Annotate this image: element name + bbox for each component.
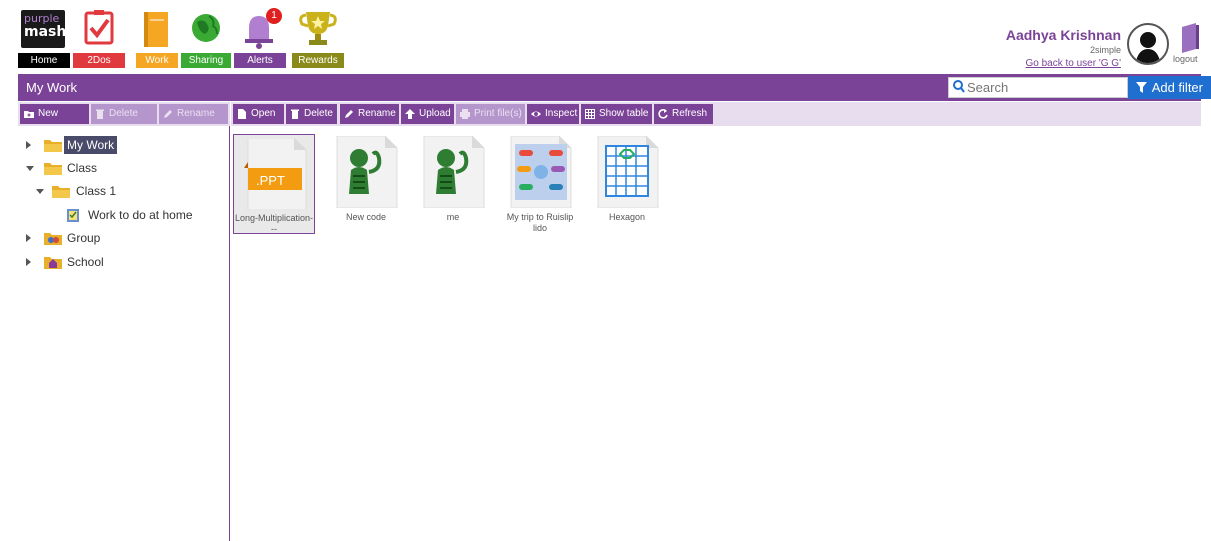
new-folder-icon <box>24 111 34 118</box>
expand-arrow-icon[interactable] <box>26 234 31 242</box>
logo-text-bottom: mash <box>24 24 67 40</box>
upload-label: Upload <box>419 108 451 119</box>
file-name: Hexagon <box>608 212 646 222</box>
nav-home-button[interactable]: purple mash Home <box>18 6 70 68</box>
group-folder-icon <box>44 233 62 245</box>
delete-folder-button[interactable]: Delete <box>91 104 157 124</box>
table-icon <box>585 109 595 119</box>
nav-2dos-label: 2Dos <box>73 53 125 68</box>
folder-icon <box>44 140 62 152</box>
add-filter-label: Add filter <box>1151 80 1203 95</box>
file-name: Long-Multiplication--- <box>234 213 314 234</box>
nav-2dos-button[interactable]: 2Dos <box>73 6 125 68</box>
trash-icon <box>291 109 299 119</box>
checkbox-icon <box>73 6 125 51</box>
tree-label: Group <box>67 231 101 245</box>
print-button[interactable]: Print file(s) <box>456 104 525 124</box>
show-table-label: Show table <box>599 108 649 119</box>
user-school: 2simple <box>1089 45 1121 55</box>
code-monkey-icon <box>336 136 398 208</box>
grid-sheet-icon <box>597 136 659 208</box>
file-icon <box>238 109 246 119</box>
tree-label: My Work <box>64 136 118 154</box>
new-folder-button[interactable]: New <box>20 104 89 124</box>
school-folder-icon <box>44 257 62 269</box>
file-toolbar: Open Delete Rename Upload Print file(s) … <box>231 102 1201 126</box>
folder-tree: My Work Class Class 1 Work to do at home… <box>18 126 230 541</box>
collapse-arrow-icon[interactable] <box>36 189 44 194</box>
purple-mash-logo-icon: purple mash <box>18 6 70 51</box>
tree-label: Class <box>67 161 98 175</box>
upload-arrow-icon <box>405 109 415 119</box>
top-nav: purple mash Home 2Dos Work Sharing 1 Ale… <box>0 0 1211 73</box>
delete-file-label: Delete <box>304 108 333 119</box>
app-root: purple mash Home 2Dos Work Sharing 1 Ale… <box>0 0 1211 541</box>
mindmap-icon <box>510 136 572 208</box>
filter-icon <box>1136 82 1147 93</box>
tree-toolbar: New Delete Rename <box>18 102 230 126</box>
upload-button[interactable]: Upload <box>401 104 454 124</box>
pencil-icon <box>164 110 172 118</box>
folder-icon <box>44 163 62 175</box>
show-table-button[interactable]: Show table <box>581 104 652 124</box>
nav-sharing-label: Sharing <box>181 53 231 68</box>
search-input[interactable] <box>948 77 1128 98</box>
delete-file-button[interactable]: Delete <box>286 104 337 124</box>
printer-icon <box>460 109 470 119</box>
rename-folder-button[interactable]: Rename <box>159 104 228 124</box>
nav-rewards-button[interactable]: Rewards <box>292 6 344 68</box>
tree-label: Work to do at home <box>88 208 193 222</box>
avatar[interactable] <box>1127 23 1169 65</box>
nav-alerts-label: Alerts <box>234 53 286 68</box>
print-label: Print file(s) <box>474 108 522 119</box>
go-back-link[interactable]: Go back to user 'G G' <box>1025 58 1121 69</box>
expand-arrow-icon[interactable] <box>26 141 31 149</box>
inspect-label: Inspect <box>545 108 578 119</box>
rename-file-label: Rename <box>358 108 396 119</box>
user-name: Aadhya Krishnan <box>1005 27 1121 43</box>
nav-work-label: Work <box>136 53 178 68</box>
tree-label: Class 1 <box>76 184 117 198</box>
collapse-arrow-icon[interactable] <box>26 166 34 171</box>
title-bar: My Work Add filter <box>18 74 1211 101</box>
rename-label: Rename <box>177 108 215 119</box>
trash-icon <box>96 109 104 119</box>
globe-icon <box>181 6 231 51</box>
tree-label: School <box>67 255 104 269</box>
file-name: My trip to Ruislip lido <box>506 212 574 233</box>
file-name: me <box>446 212 460 222</box>
file-item[interactable]: .PPT Long-Multiplication--- <box>233 134 315 234</box>
refresh-label: Refresh <box>672 108 708 119</box>
logout-label: logout <box>1173 54 1198 64</box>
nav-alerts-button[interactable]: 1 Alerts <box>234 6 286 68</box>
user-silhouette-icon <box>1135 32 1161 63</box>
file-name: New code <box>345 212 387 222</box>
page-title: My Work <box>26 80 78 95</box>
code-monkey-icon <box>423 136 485 208</box>
trophy-icon <box>292 6 344 51</box>
todo-clipboard-icon <box>67 209 79 222</box>
nav-rewards-label: Rewards <box>292 53 344 68</box>
refresh-button[interactable]: Refresh <box>654 104 713 124</box>
delete-label: Delete <box>109 108 138 119</box>
nav-sharing-button[interactable]: Sharing <box>181 6 231 68</box>
notebook-icon <box>136 6 178 51</box>
open-label: Open <box>251 108 276 119</box>
new-label: New <box>38 108 59 119</box>
eye-icon <box>531 111 541 117</box>
nav-work-button[interactable]: Work <box>136 6 178 68</box>
search-icon <box>953 80 965 93</box>
open-button[interactable]: Open <box>233 104 284 124</box>
pencil-icon <box>345 110 353 118</box>
alert-badge: 1 <box>266 8 282 24</box>
nav-home-label: Home <box>18 53 70 68</box>
refresh-icon <box>658 109 668 119</box>
ppt-label: .PPT <box>256 173 285 188</box>
inspect-button[interactable]: Inspect <box>527 104 579 124</box>
expand-arrow-icon[interactable] <box>26 258 31 266</box>
rename-file-button[interactable]: Rename <box>340 104 399 124</box>
door-icon <box>1182 23 1199 53</box>
add-filter-button[interactable]: Add filter <box>1128 76 1211 99</box>
folder-icon <box>52 186 70 198</box>
